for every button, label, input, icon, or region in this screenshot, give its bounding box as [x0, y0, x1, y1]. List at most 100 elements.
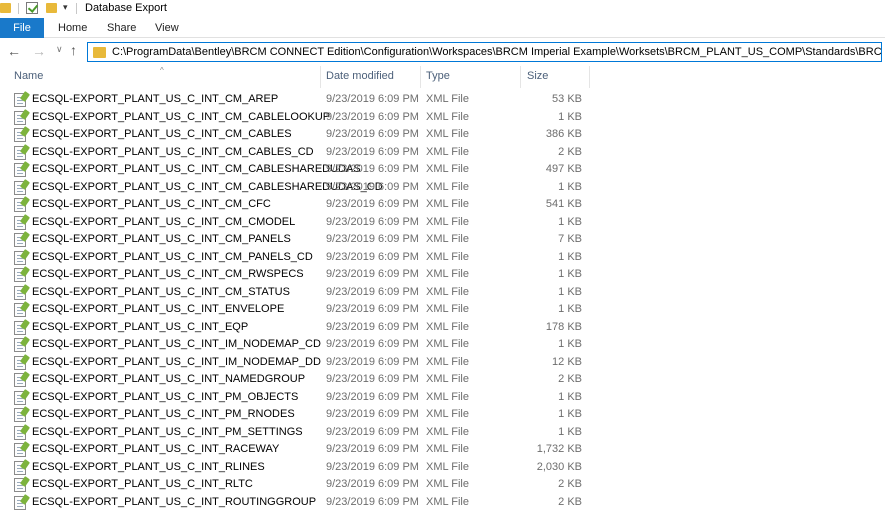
file-date: 9/23/2019 6:09 PM [326, 128, 419, 140]
title-bar: ▾ Database Export [0, 0, 885, 18]
back-arrow-icon[interactable]: ← [7, 43, 21, 59]
file-size: 1 KB [558, 180, 582, 193]
tab-home[interactable]: Home [58, 18, 87, 38]
file-type: XML File [426, 145, 469, 158]
folder-icon[interactable] [0, 3, 11, 13]
file-name: ECSQL-EXPORT_PLANT_US_C_INT_RLINES [32, 460, 265, 473]
file-row[interactable]: ECSQL-EXPORT_PLANT_US_C_INT_ROUTINGGROUP… [0, 494, 885, 512]
xml-file-icon [14, 443, 26, 457]
file-date: 9/23/2019 6:09 PM [326, 320, 419, 333]
file-row[interactable]: ECSQL-EXPORT_PLANT_US_C_INT_CM_CABLES_CD… [0, 144, 885, 162]
file-size: 1 KB [558, 268, 582, 280]
address-path[interactable]: C:\ProgramData\Bentley\BRCM CONNECT Edit… [112, 46, 881, 58]
file-size: 12 KB [552, 355, 582, 368]
column-header-name[interactable]: Name [14, 70, 43, 82]
file-name: ECSQL-EXPORT_PLANT_US_C_INT_PM_SETTINGS [32, 425, 303, 438]
file-row[interactable]: ECSQL-EXPORT_PLANT_US_C_INT_NAMEDGROUP 9/… [0, 371, 885, 389]
xml-file-icon [14, 250, 26, 265]
column-divider[interactable] [420, 66, 421, 88]
file-date: 9/23/2019 6:09 PM [326, 93, 419, 105]
file-row[interactable]: ECSQL-EXPORT_PLANT_US_C_INT_ENVELOPE 9/23… [0, 301, 885, 319]
file-size: 1 KB [558, 110, 582, 123]
file-name: ECSQL-EXPORT_PLANT_US_C_INT_RLTC [32, 478, 253, 490]
file-row[interactable]: ECSQL-EXPORT_PLANT_US_C_INT_CM_STATUS 9/2… [0, 284, 885, 302]
file-type: XML File [426, 215, 469, 228]
xml-file-icon [14, 233, 26, 247]
file-size: 2 KB [558, 373, 582, 385]
file-date: 9/23/2019 6:09 PM [326, 338, 419, 350]
column-divider[interactable] [520, 66, 521, 88]
ribbon-tabs: File Home Share View [0, 18, 885, 38]
file-row[interactable]: ECSQL-EXPORT_PLANT_US_C_INT_IM_NODEMAP_C… [0, 336, 885, 354]
file-type: XML File [426, 478, 469, 490]
file-row[interactable]: ECSQL-EXPORT_PLANT_US_C_INT_CM_CABLES 9/2… [0, 126, 885, 144]
file-row[interactable]: ECSQL-EXPORT_PLANT_US_C_INT_PM_SETTINGS 9… [0, 424, 885, 442]
recent-locations-chevron-icon[interactable]: ∨ [56, 44, 63, 55]
properties-check-icon[interactable] [26, 2, 38, 14]
xml-file-icon [14, 425, 26, 440]
file-size: 53 KB [552, 93, 582, 105]
file-date: 9/23/2019 6:09 PM [326, 110, 419, 123]
dropdown-arrow-icon[interactable]: ▾ [63, 2, 68, 13]
file-row[interactable]: ECSQL-EXPORT_PLANT_US_C_INT_CM_CABLESHAR… [0, 179, 885, 197]
xml-file-icon [14, 145, 26, 160]
file-row[interactable]: ECSQL-EXPORT_PLANT_US_C_INT_CM_CABLELOOK… [0, 109, 885, 127]
tab-view[interactable]: View [155, 18, 179, 38]
file-name: ECSQL-EXPORT_PLANT_US_C_INT_IM_NODEMAP_D… [32, 355, 321, 368]
file-date: 9/23/2019 6:09 PM [326, 215, 419, 228]
file-list: ECSQL-EXPORT_PLANT_US_C_INT_CM_AREP 9/23/… [0, 91, 885, 511]
column-header-type[interactable]: Type [426, 70, 450, 82]
file-row[interactable]: ECSQL-EXPORT_PLANT_US_C_INT_CM_CFC 9/23/2… [0, 196, 885, 214]
file-row[interactable]: ECSQL-EXPORT_PLANT_US_C_INT_PM_OBJECTS 9/… [0, 389, 885, 407]
up-arrow-icon[interactable]: ↑ [70, 42, 77, 58]
column-header-size[interactable]: Size [527, 70, 548, 82]
column-header-date[interactable]: Date modified [326, 70, 394, 82]
file-row[interactable]: ECSQL-EXPORT_PLANT_US_C_INT_CM_RWSPECS 9/… [0, 266, 885, 284]
file-type: XML File [426, 128, 469, 140]
file-row[interactable]: ECSQL-EXPORT_PLANT_US_C_INT_IM_NODEMAP_D… [0, 354, 885, 372]
address-bar[interactable]: C:\ProgramData\Bentley\BRCM CONNECT Edit… [87, 42, 882, 62]
xml-file-icon [14, 338, 26, 352]
file-date: 9/23/2019 6:09 PM [326, 233, 419, 245]
file-row[interactable]: ECSQL-EXPORT_PLANT_US_C_INT_CM_CMODEL 9/2… [0, 214, 885, 232]
file-row[interactable]: ECSQL-EXPORT_PLANT_US_C_INT_RACEWAY 9/23/… [0, 441, 885, 459]
file-date: 9/23/2019 6:09 PM [326, 390, 419, 403]
file-type: XML File [426, 495, 469, 508]
file-type: XML File [426, 443, 469, 455]
file-size: 497 KB [545, 163, 582, 175]
file-row[interactable]: ECSQL-EXPORT_PLANT_US_C_INT_EQP 9/23/2019… [0, 319, 885, 337]
file-name: ECSQL-EXPORT_PLANT_US_C_INT_CM_CFC [32, 198, 271, 210]
file-row[interactable]: ECSQL-EXPORT_PLANT_US_C_INT_CM_CABLESHAR… [0, 161, 885, 179]
file-row[interactable]: ECSQL-EXPORT_PLANT_US_C_INT_RLINES 9/23/2… [0, 459, 885, 477]
file-date: 9/23/2019 6:09 PM [326, 478, 419, 490]
file-size: 1 KB [558, 285, 582, 298]
file-row[interactable]: ECSQL-EXPORT_PLANT_US_C_INT_CM_PANELS 9/2… [0, 231, 885, 249]
file-type: XML File [426, 180, 469, 193]
file-type: XML File [426, 320, 469, 333]
file-type: XML File [426, 425, 469, 438]
file-row[interactable]: ECSQL-EXPORT_PLANT_US_C_INT_PM_RNODES 9/2… [0, 406, 885, 424]
file-type: XML File [426, 93, 469, 105]
file-type: XML File [426, 338, 469, 350]
file-type: XML File [426, 110, 469, 123]
xml-file-icon [14, 93, 26, 107]
file-row[interactable]: ECSQL-EXPORT_PLANT_US_C_INT_CM_PANELS_CD… [0, 249, 885, 267]
file-name: ECSQL-EXPORT_PLANT_US_C_INT_CM_PANELS [32, 233, 291, 245]
file-type: XML File [426, 373, 469, 385]
file-name: ECSQL-EXPORT_PLANT_US_C_INT_PM_RNODES [32, 408, 295, 420]
file-row[interactable]: ECSQL-EXPORT_PLANT_US_C_INT_RLTC 9/23/201… [0, 476, 885, 494]
tab-share[interactable]: Share [107, 18, 136, 38]
file-size: 1 KB [558, 390, 582, 403]
file-row[interactable]: ECSQL-EXPORT_PLANT_US_C_INT_CM_AREP 9/23/… [0, 91, 885, 109]
navigation-bar: ← → ∨ ↑ C:\ProgramData\Bentley\BRCM CONN… [0, 40, 885, 64]
file-size: 2 KB [558, 478, 582, 490]
file-size: 1 KB [558, 408, 582, 420]
xml-file-icon [14, 303, 26, 317]
column-divider[interactable] [589, 66, 590, 88]
forward-arrow-icon[interactable]: → [32, 43, 46, 59]
xml-file-icon [14, 390, 26, 405]
column-divider[interactable] [320, 66, 321, 88]
file-type: XML File [426, 285, 469, 298]
new-folder-icon[interactable] [46, 3, 57, 13]
tab-file[interactable]: File [0, 18, 44, 38]
